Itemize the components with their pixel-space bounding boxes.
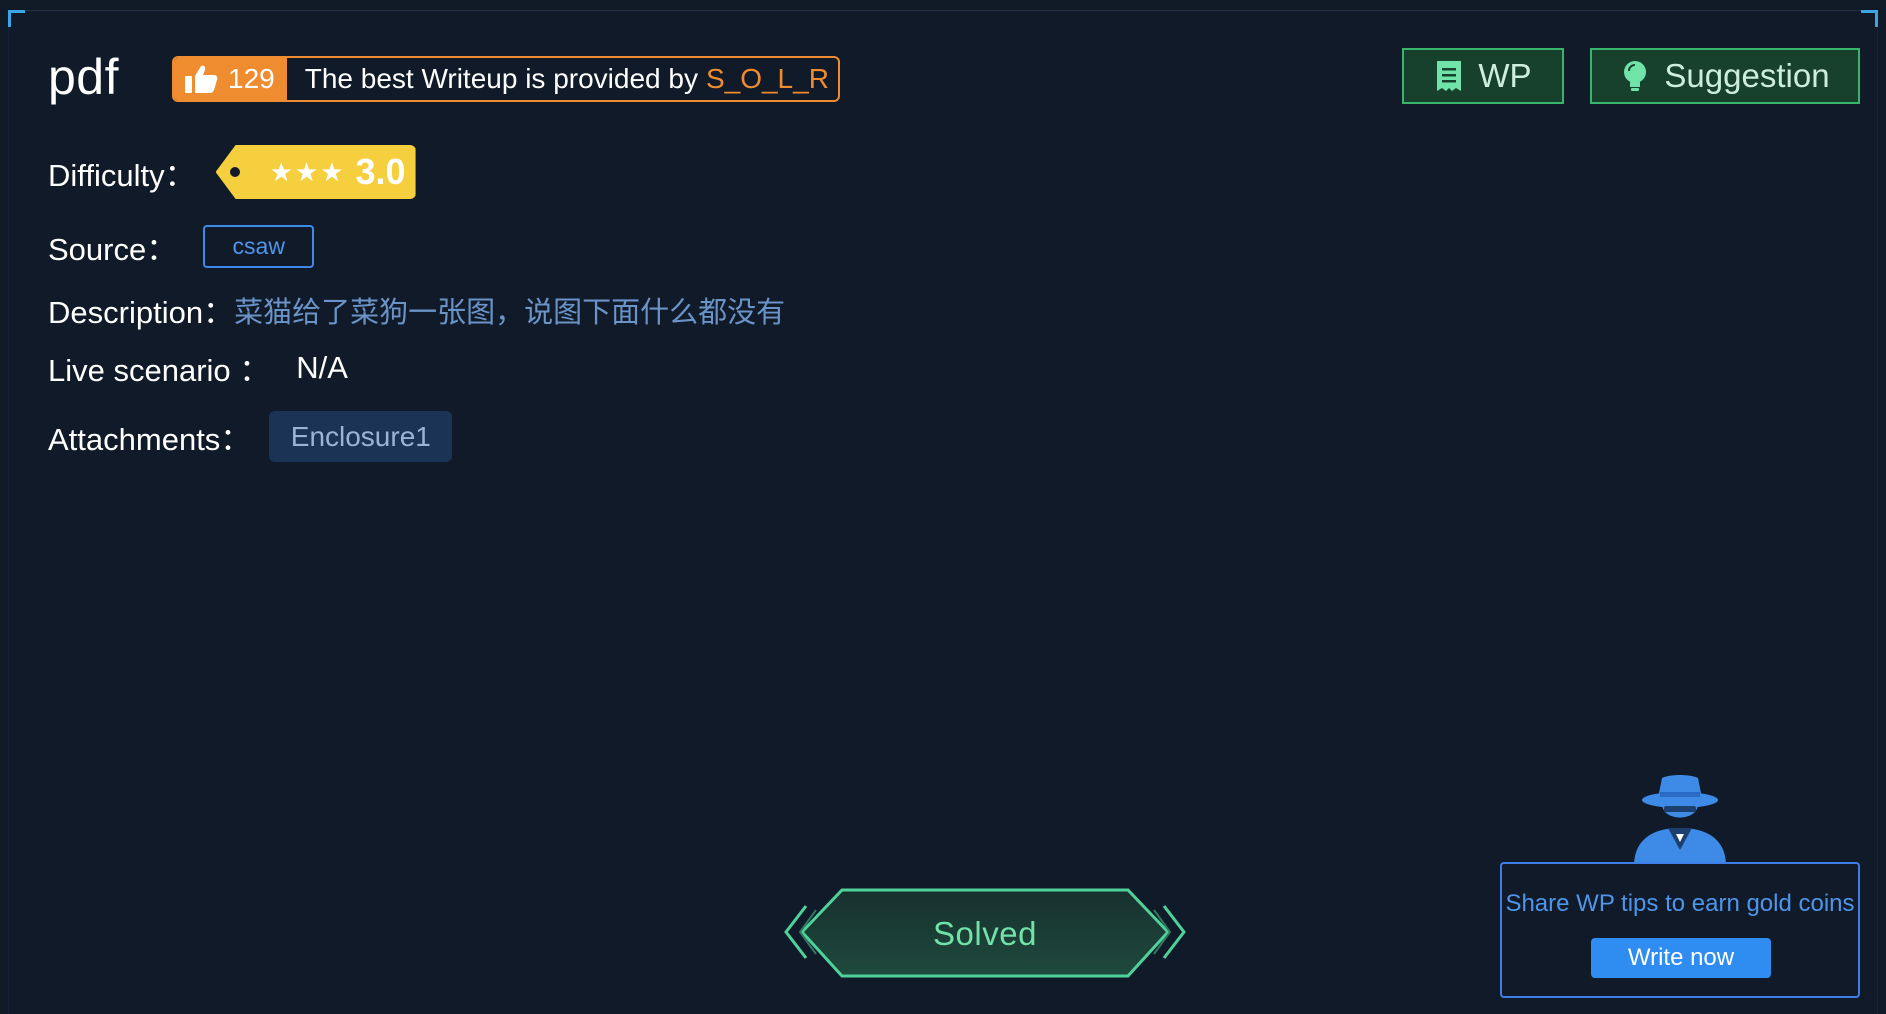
- difficulty-stars: ★★★: [269, 156, 346, 187]
- difficulty-row: Difficulty： ★★★ 3.0: [48, 145, 416, 199]
- corner-decoration: [1861, 10, 1878, 27]
- suggestion-button[interactable]: Suggestion: [1590, 48, 1860, 104]
- tag-hole: [229, 167, 240, 177]
- source-row: Source： csaw: [48, 224, 315, 269]
- description-label: Description：: [48, 295, 235, 330]
- description-row: Description： 菜猫给了菜狗一张图，说图下面什么都没有: [48, 287, 785, 332]
- difficulty-score: 3.0: [355, 151, 406, 192]
- write-wp-promo: Share WP tips to earn gold coins Write n…: [1500, 862, 1860, 998]
- attachments-label: Attachments：: [48, 422, 252, 457]
- live-scenario-value: N/A: [296, 349, 348, 385]
- challenge-title: pdf: [48, 49, 120, 105]
- source-tag[interactable]: csaw: [203, 225, 315, 268]
- lightbulb-icon: [1624, 61, 1647, 91]
- writeup-credit: The best Writeup is provided by S_O_L_R: [287, 63, 829, 95]
- attachment-download-button[interactable]: Enclosure1: [269, 411, 453, 462]
- wp-button-label: WP: [1478, 57, 1532, 94]
- solved-label: Solved: [933, 915, 1037, 952]
- likes-badge[interactable]: 129: [174, 58, 287, 100]
- live-scenario-row: Live scenario ： N/A: [48, 345, 348, 390]
- wp-promo-tip: Share WP tips to earn gold coins: [1505, 890, 1855, 917]
- difficulty-tag: ★★★ 3.0: [215, 145, 416, 199]
- attachments-row: Attachments： Enclosure1: [48, 411, 453, 462]
- write-now-button[interactable]: Write now: [1591, 938, 1771, 978]
- best-writeup-banner[interactable]: 129 The best Writeup is provided by S_O_L…: [172, 56, 840, 102]
- difficulty-label: Difficulty：: [48, 157, 196, 193]
- writeup-author-link[interactable]: S_O_L_R: [706, 63, 829, 94]
- live-scenario-label: Live scenario ：: [48, 353, 271, 388]
- likes-count: 129: [228, 63, 275, 94]
- thumbs-up-icon: [185, 65, 218, 93]
- corner-decoration: [8, 10, 25, 27]
- source-label: Source：: [48, 232, 178, 267]
- wp-button[interactable]: WP: [1402, 48, 1564, 104]
- writeup-credit-text: The best Writeup is provided by: [304, 63, 698, 94]
- suggestion-button-label: Suggestion: [1664, 57, 1830, 94]
- document-icon: [1437, 61, 1462, 91]
- solved-status-button[interactable]: Solved: [782, 884, 1188, 984]
- description-text: 菜猫给了菜狗一张图，说图下面什么都没有: [234, 296, 786, 329]
